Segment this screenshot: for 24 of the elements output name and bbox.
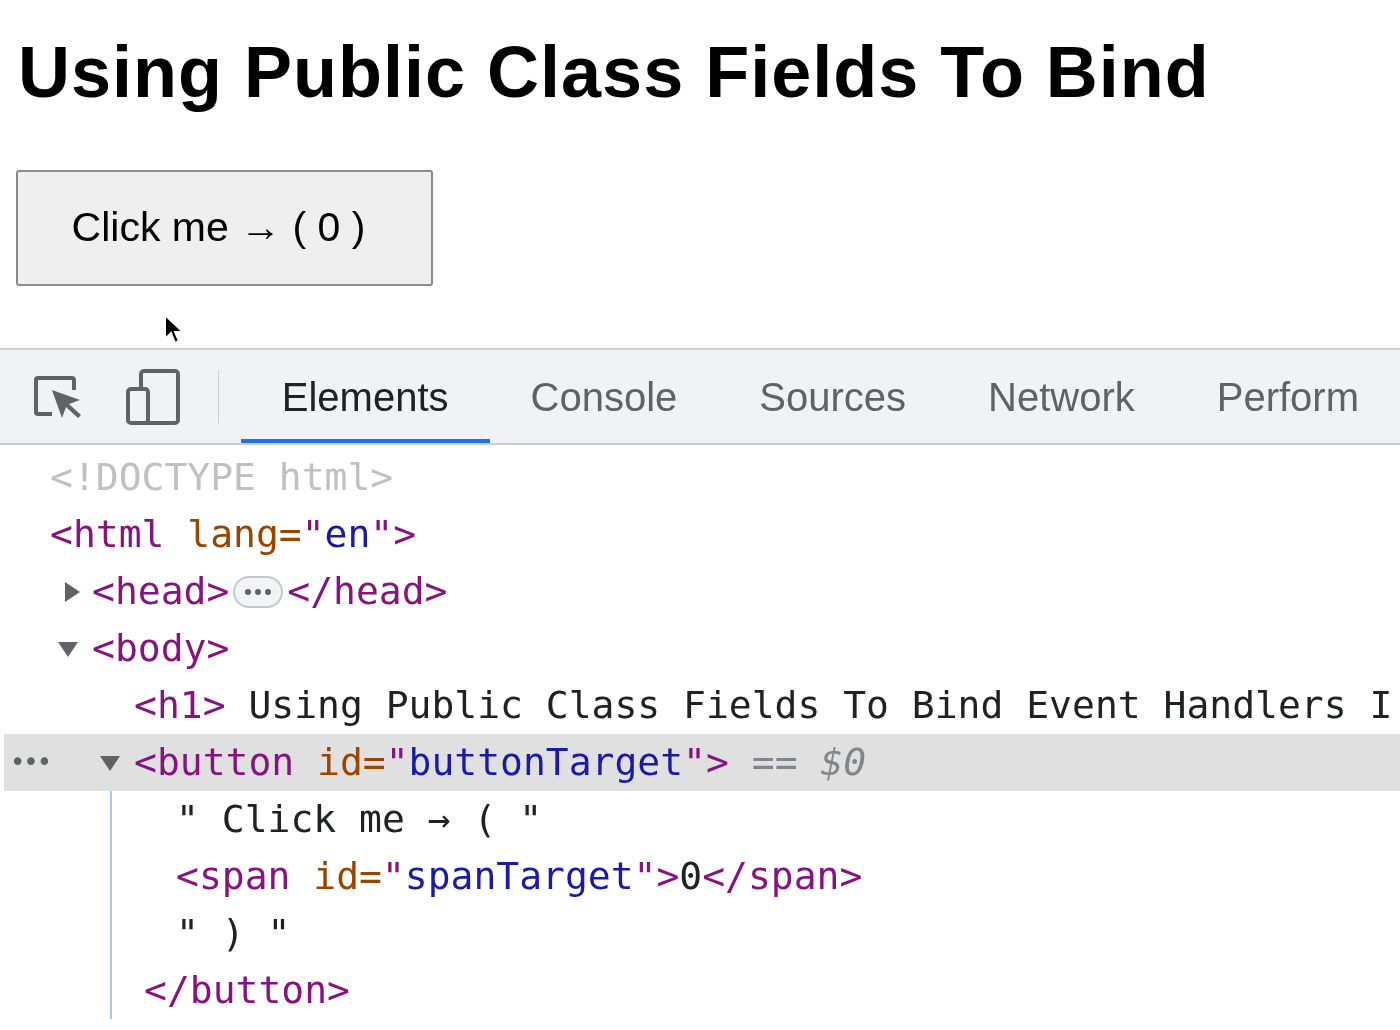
markup-line: " Click me → ( " xyxy=(176,796,543,843)
markup-line: <button id="buttonTarget"> xyxy=(134,739,729,786)
devtools-tab[interactable]: Console xyxy=(489,350,719,443)
markup-line: <body> xyxy=(92,625,230,672)
markup-line: <head> xyxy=(92,568,230,615)
click-button[interactable]: Click me → ( 0 ) xyxy=(16,170,433,286)
markup-line: <h1> Using Public Class Fields To Bind Event Handlers I xyxy=(134,682,1393,729)
device-toolbar-icon[interactable] xyxy=(126,368,180,425)
markup-line: <html lang="en"> xyxy=(50,511,417,558)
collapsed-arrow-icon[interactable] xyxy=(62,581,82,602)
inspect-icon[interactable] xyxy=(34,373,82,420)
markup-line: <!DOCTYPE html> xyxy=(50,454,394,501)
markup-line: </button> xyxy=(144,967,350,1014)
selected-row[interactable]: ••• <button id="buttonTarget"> == $0 xyxy=(4,734,1400,791)
console-reference: == $0 xyxy=(750,739,867,786)
devtools-tab[interactable]: Network xyxy=(947,350,1176,443)
ellipsis-icon[interactable] xyxy=(233,575,284,608)
more-actions-text[interactable]: ••• xyxy=(10,743,50,782)
markup-line: <span id="spanTarget">0</span> xyxy=(176,853,863,900)
devtools-tab[interactable]: Sources xyxy=(718,350,948,443)
markup-line: " ) " xyxy=(176,910,291,957)
devtools-tab[interactable]: Perform xyxy=(1175,350,1400,443)
devtools-tab[interactable]: Elements xyxy=(240,350,490,443)
markup-line: </head> xyxy=(287,568,448,615)
